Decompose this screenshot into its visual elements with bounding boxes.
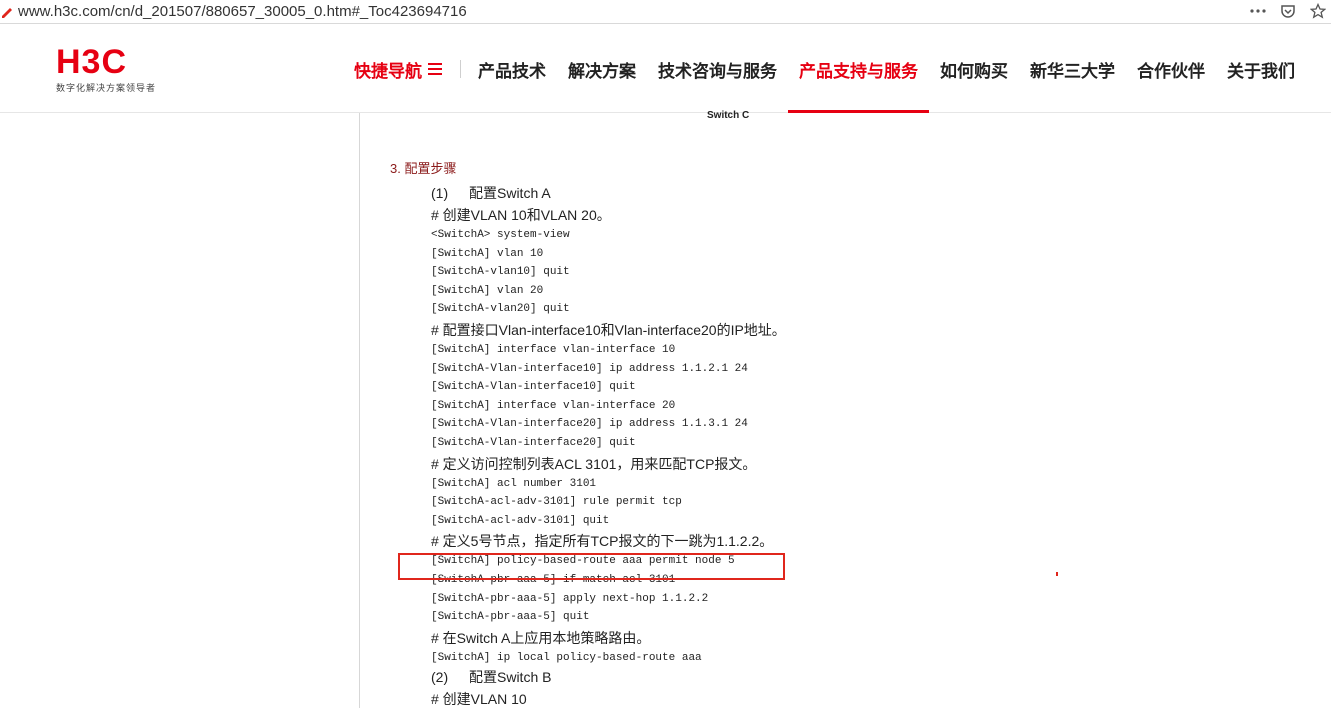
comment-line: # 创建VLAN 10和VLAN 20。	[431, 207, 611, 223]
nav-item-7[interactable]: 关于我们	[1216, 25, 1306, 113]
code-line: [SwitchA-Vlan-interface10] ip address 1.…	[431, 362, 748, 375]
logo-tagline: 数字化解决方案领导者	[56, 83, 157, 93]
url-text[interactable]: www.h3c.com/cn/d_201507/880657_30005_0.h…	[18, 3, 467, 20]
step-text: 配置Switch A	[469, 185, 551, 201]
nav-items: 产品技术 解决方案 技术咨询与服务 产品支持与服务 如何购买 新华三大学 合作伙伴 关于我们	[467, 25, 1306, 113]
logo-mark: H3C	[56, 43, 128, 81]
code-line: [SwitchA] vlan 20	[431, 284, 544, 297]
quick-nav-label: 快捷导航	[354, 61, 422, 81]
site-header: H3C 数字化解决方案领导者 快捷导航 产品技术 解决方案 技术咨询与服务 产品支持与…	[0, 25, 1331, 113]
nav-item-2[interactable]: 技术咨询与服务	[647, 25, 788, 113]
main-nav: 快捷导航 产品技术 解决方案 技术咨询与服务 产品支持与服务 如何购买 新华三大学 合作伙伴…	[354, 25, 1306, 113]
section-title: 3. 配置步骤	[390, 161, 457, 176]
edit-pencil-icon	[0, 5, 14, 19]
comment-line: # 定义5号节点，指定所有TCP报文的下一跳为1.1.2.2。	[431, 533, 774, 550]
step-heading: (2) 配置Switch B	[431, 667, 1131, 688]
address-bar[interactable]: www.h3c.com/cn/d_201507/880657_30005_0.h…	[0, 0, 1331, 24]
red-mark	[1056, 572, 1058, 576]
code-line: [SwitchA-vlan10] quit	[431, 266, 570, 279]
pocket-save-icon[interactable]	[1279, 2, 1297, 20]
left-sidebar-divider	[359, 113, 360, 708]
code-line: [SwitchA-pbr-aaa-5] apply next-hop 1.1.2…	[431, 592, 709, 605]
code-line: [SwitchA-Vlan-interface20] quit	[431, 436, 636, 449]
comment-line: # 创建VLAN 10	[431, 691, 527, 708]
address-bar-actions	[1249, 2, 1327, 20]
config-steps: (1) 配置Switch A # 创建VLAN 10和VLAN 20。 <Switch…	[431, 183, 1131, 710]
code-line: [SwitchA] acl number 3101	[431, 477, 597, 490]
nav-item-4[interactable]: 如何购买	[929, 25, 1019, 113]
code-line: [SwitchA-vlan20] quit	[431, 303, 570, 316]
nav-item-0[interactable]: 产品技术	[467, 25, 557, 113]
nav-divider	[460, 60, 461, 78]
code-line: [SwitchA] vlan 10	[431, 247, 544, 260]
more-options-icon[interactable]	[1249, 2, 1267, 20]
step-heading: (1) 配置Switch A	[431, 183, 1131, 204]
code-line: [SwitchA-pbr-aaa-5] quit	[431, 611, 590, 624]
code-line: <SwitchA> system-view	[431, 229, 570, 241]
comment-line: # 定义访问控制列表ACL 3101，用来匹配TCP报文。	[431, 455, 757, 472]
code-line: [SwitchA] interface vlan-interface 10	[431, 343, 676, 356]
h3c-logo[interactable]: H3C 数字化解决方案领导者	[56, 45, 166, 95]
nav-item-3[interactable]: 产品支持与服务	[788, 25, 929, 113]
comment-line: # 配置接口Vlan-interface10和Vlan-interface20的…	[431, 321, 786, 338]
highlight-annotation-box	[398, 553, 785, 580]
step-text: 配置Switch B	[469, 669, 552, 686]
comment-line: # 在Switch A上应用本地策略路由。	[431, 629, 651, 646]
code-line: [SwitchA-Vlan-interface10] quit	[431, 381, 636, 394]
code-line: [SwitchA-Vlan-interface20] ip address 1.…	[431, 418, 748, 431]
nav-item-6[interactable]: 合作伙伴	[1126, 25, 1216, 113]
nav-item-5[interactable]: 新华三大学	[1019, 25, 1126, 113]
code-line: [SwitchA] interface vlan-interface 20	[431, 399, 676, 412]
step-number: (2)	[431, 669, 449, 686]
hamburger-menu-icon	[428, 63, 442, 75]
code-line: [SwitchA-acl-adv-3101] quit	[431, 514, 610, 527]
figure-caption: Switch C	[707, 110, 750, 121]
bookmark-star-icon[interactable]	[1309, 2, 1327, 20]
nav-item-1[interactable]: 解决方案	[557, 25, 647, 113]
step-number: (1)	[431, 185, 449, 201]
code-line: [SwitchA] ip local policy-based-route aa…	[431, 651, 702, 664]
quick-nav-button[interactable]: 快捷导航	[354, 25, 460, 113]
code-line: [SwitchA-acl-adv-3101] rule permit tcp	[431, 496, 682, 509]
